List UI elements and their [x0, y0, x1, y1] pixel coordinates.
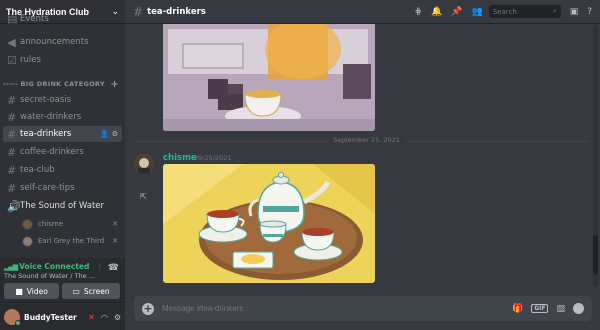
rules-icon: ▤ — [7, 14, 18, 24]
category-header[interactable]: ----- BIG DRINK CATEGORY + — [3, 79, 122, 90]
hash-icon: # — [7, 110, 17, 124]
screen-share-icon: ▭ — [72, 286, 80, 296]
threads-icon[interactable]: ⋕ — [415, 7, 423, 17]
gear-icon[interactable]: ⚙ — [114, 313, 121, 322]
message-input[interactable] — [162, 304, 512, 313]
voice-status: ▂▄▆ Voice Connected — [4, 262, 89, 271]
hash-icon: # — [133, 4, 144, 19]
screen-button[interactable]: ▭ Screen — [62, 283, 120, 299]
channel-label: tea-drinkers — [20, 129, 72, 139]
channel-sidebar: The Hydration Club ⌄ ▤ Events ◀ announce… — [0, 0, 125, 330]
video-button-label: Video — [26, 286, 48, 296]
members-icon[interactable]: 👥 — [471, 7, 482, 17]
tea-pouring-image[interactable] — [163, 24, 375, 131]
add-channel-icon[interactable]: + — [110, 79, 119, 90]
scrollbar[interactable] — [593, 25, 598, 287]
channel-secret-oasis[interactable]: # secret-oasis — [3, 92, 122, 108]
avatar — [22, 235, 33, 247]
gif-button[interactable]: GIF — [531, 304, 549, 313]
voice-user-name: chisme — [38, 220, 64, 228]
hash-icon: # — [7, 145, 17, 159]
help-icon[interactable]: ? — [587, 7, 592, 17]
channel-events[interactable]: ▤ Events — [3, 14, 122, 24]
online-status-indicator — [15, 320, 21, 326]
channel-label: announcements — [20, 37, 89, 47]
date-divider-label: September 25, 2021 — [328, 136, 405, 144]
channel-label: coffee-drinkers — [20, 147, 84, 157]
voice-user[interactable]: Earl Grey the Third ✕ — [22, 234, 122, 248]
channel-label: rules — [20, 55, 41, 65]
channel-header: # tea-drinkers ⋕ 🔔 📌 👥 Search ⌕ ▣ ? — [125, 0, 600, 24]
pin-icon[interactable]: 📌 — [451, 7, 462, 17]
mouse-cursor-icon: ⇱ — [140, 192, 147, 201]
channel-label: Events — [20, 14, 49, 24]
channel-label: tea-club — [20, 165, 55, 175]
username[interactable]: BuddyTester — [24, 313, 88, 322]
voice-panel: ▂▄▆ Voice Connected The Sound of Water /… — [0, 258, 125, 303]
upload-plus-icon[interactable]: + — [142, 302, 154, 315]
channel-tea-drinkers[interactable]: # tea-drinkers 👤 ⚙ — [3, 126, 122, 142]
emoji-icon[interactable] — [573, 303, 584, 314]
bell-icon[interactable]: 🔔 — [431, 7, 442, 17]
channel-label: self-care-tips — [20, 183, 75, 193]
mic-muted-icon: ✕ — [112, 220, 118, 228]
hash-icon: # — [7, 127, 17, 141]
search-placeholder: Search — [492, 7, 517, 16]
hash-icon: # — [7, 181, 17, 195]
avatar[interactable] — [4, 309, 21, 326]
channel-water-drinkers[interactable]: # water-drinkers — [3, 109, 122, 125]
camera-icon: ■ — [15, 286, 23, 296]
channel-tea-club[interactable]: # tea-club — [3, 162, 122, 178]
category-label: ----- BIG DRINK CATEGORY — [3, 80, 105, 88]
hash-icon: # — [7, 93, 17, 107]
channel-label: The Sound of Water — [20, 201, 104, 211]
voice-user[interactable]: chisme ✕ — [22, 217, 122, 231]
channel-self-care-tips[interactable]: # self-care-tips — [3, 180, 122, 196]
voice-user-name: Earl Grey the Third — [38, 237, 105, 245]
noise-suppression-icon[interactable]: ⫶ — [99, 263, 101, 273]
disconnect-icon[interactable]: ☎ — [108, 263, 119, 273]
hash-icon: # — [7, 163, 17, 177]
sticker-icon[interactable]: ▧ — [556, 304, 565, 314]
channel-label: secret-oasis — [20, 95, 72, 105]
gear-icon[interactable]: ⚙ — [112, 130, 118, 138]
message-author[interactable]: chisme — [163, 153, 197, 163]
speaker-icon: 🔊 — [7, 199, 21, 213]
scrollbar-thumb[interactable] — [593, 235, 598, 275]
voice-status-label: Voice Connected — [19, 262, 90, 271]
message-timestamp: 09/25/2021 — [194, 154, 232, 162]
checklist-icon: ☑ — [7, 53, 17, 67]
message-composer: + 🎁 GIF ▧ — [134, 296, 592, 321]
voice-channel[interactable]: 🔊 The Sound of Water — [3, 198, 122, 214]
avatar — [22, 218, 33, 230]
tea-set-image[interactable] — [163, 164, 375, 283]
megaphone-icon: ◀ — [7, 35, 16, 49]
video-button[interactable]: ■ Video — [4, 283, 59, 299]
channel-label: water-drinkers — [20, 112, 82, 122]
headphones-icon[interactable]: ◠ — [101, 313, 108, 322]
channel-title: tea-drinkers — [147, 6, 206, 17]
avatar[interactable] — [134, 154, 154, 174]
invite-icon[interactable]: 👤 — [100, 130, 109, 138]
channel-coffee-drinkers[interactable]: # coffee-drinkers — [3, 144, 122, 160]
gift-icon[interactable]: 🎁 — [512, 304, 523, 314]
voice-subtitle: The Sound of Water / The ... — [4, 272, 95, 280]
channel-announcements[interactable]: ◀ announcements — [3, 34, 122, 50]
mic-muted-icon[interactable]: ✕ — [88, 313, 95, 322]
channel-rules[interactable]: ☑ rules — [3, 52, 122, 68]
signal-icon[interactable]: ▂▄▆ — [4, 263, 18, 271]
user-panel: BuddyTester ✕ ◠ ⚙ — [0, 304, 125, 330]
search-input[interactable]: Search ⌕ — [488, 5, 561, 18]
mic-muted-icon: ✕ — [112, 237, 118, 245]
search-icon: ⌕ — [552, 7, 557, 15]
screen-button-label: Screen — [83, 286, 110, 296]
inbox-icon[interactable]: ▣ — [570, 7, 579, 17]
